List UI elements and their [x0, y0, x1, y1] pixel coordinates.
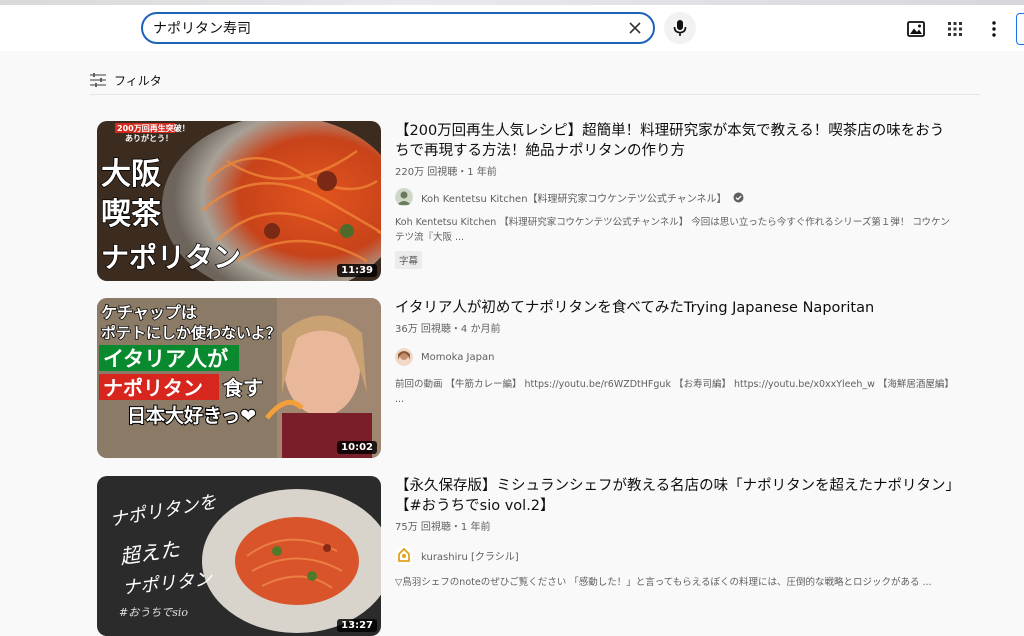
search-box[interactable] — [141, 12, 655, 44]
filter-label: フィルタ — [114, 73, 162, 88]
thumb-text-line1: 大阪 — [101, 157, 161, 192]
thumb-text-line1: ケチャップは — [101, 303, 197, 322]
thumb-text-line4: ナポリタン — [103, 376, 203, 400]
channel-link[interactable]: kurashiru [クラシル] — [395, 545, 955, 565]
voice-search-button[interactable] — [664, 12, 696, 44]
clear-search-icon[interactable] — [625, 18, 645, 38]
channel-avatar[interactable] — [395, 348, 413, 366]
more-vert-icon[interactable] — [983, 18, 1005, 40]
thumb-text-line4: #おうちでsio — [119, 606, 188, 619]
thumb-text-line4b: 食す — [223, 376, 263, 400]
channel-link[interactable]: Koh Kentetsu Kitchen【料理研究家コウケンテツ公式チャンネル】 — [395, 187, 955, 207]
video-meta: 36万 回視聴・4 か月前 — [395, 324, 501, 335]
thumb-text-line3: ナポリタン — [101, 241, 241, 274]
verified-icon — [733, 188, 744, 207]
video-description: ▽鳥羽シェフのnoteのぜひご覧ください 「感動した！」と言ってもらえるぼくの料… — [395, 577, 932, 588]
channel-avatar[interactable] — [395, 546, 413, 564]
video-description: 前回の動画 【牛筋カレー編】 https://youtu.be/r6WZDtHF… — [395, 379, 954, 405]
sign-in-button-edge[interactable] — [1016, 13, 1024, 45]
video-meta: 220万 回視聴・1 年前 — [395, 167, 497, 178]
video-thumbnail[interactable]: ナポリタンを 超えた ナポリタン #おうちでsio 13:27 — [97, 476, 381, 636]
channel-name[interactable]: Momoka Japan — [421, 352, 494, 363]
video-meta: 75万 回視聴・1 年前 — [395, 522, 491, 533]
microphone-icon — [673, 20, 687, 36]
video-title[interactable]: 【永久保存版】ミシュランシェフが教える名店の味「ナポリタンを超えたナポリタン」【… — [395, 476, 955, 516]
channel-name[interactable]: Koh Kentetsu Kitchen【料理研究家コウケンテツ公式チャンネル】 — [421, 190, 727, 205]
video-thumbnail[interactable]: 200万回再生突破！ ありがとう！ 大阪 喫茶 ナポリタン 11:39 — [97, 121, 381, 281]
subtitles-badge: 字幕 — [395, 251, 423, 269]
channel-avatar[interactable] — [395, 188, 413, 206]
channel-link[interactable]: Momoka Japan — [395, 347, 955, 367]
apps-grid-icon[interactable] — [944, 18, 966, 40]
filter-button[interactable]: フィルタ — [90, 70, 162, 90]
thumb-text-top2: ありがとう！ — [125, 133, 173, 143]
thumb-text-line5: 日本大好きっ❤ — [127, 404, 256, 427]
video-title[interactable]: 【200万回再生人気レシピ】超簡単！料理研究家が本気で教える！喫茶店の味をおうち… — [395, 121, 955, 161]
thumb-text-line2: 喫茶 — [101, 197, 162, 232]
thumb-text-line2: ポテトにしか使わないよ？ — [101, 324, 281, 342]
video-thumbnail[interactable]: ケチャップは ポテトにしか使わないよ？ イタリア人が ナポリタン 食す 日本大好… — [97, 298, 381, 458]
video-duration: 13:27 — [337, 619, 377, 632]
video-duration: 10:02 — [337, 441, 377, 454]
video-title[interactable]: イタリア人が初めてナポリタンを食べてみたTrying Japanese Napo… — [395, 298, 955, 318]
video-description: Koh Kentetsu Kitchen 【料理研究家コウケンテツ公式チャンネル… — [395, 217, 950, 243]
search-input[interactable] — [153, 20, 613, 36]
video-duration: 11:39 — [337, 264, 377, 277]
filter-divider — [90, 94, 980, 95]
channel-name[interactable]: kurashiru [クラシル] — [421, 548, 519, 563]
tune-icon — [90, 73, 106, 87]
top-header — [0, 5, 1024, 51]
image-icon[interactable] — [905, 18, 927, 40]
thumb-text-line3: イタリア人が — [103, 347, 228, 371]
thumb-text-top: 200万回再生突破！ — [117, 123, 190, 133]
